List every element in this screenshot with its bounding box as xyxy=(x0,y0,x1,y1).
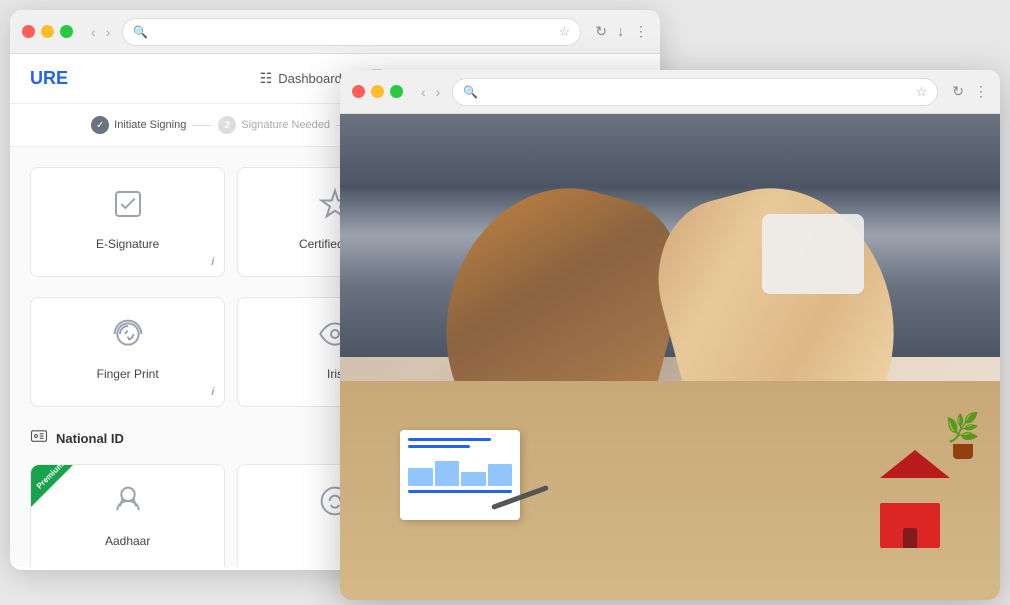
nav-arrows-2: ‹ › xyxy=(417,82,444,102)
table-scene: 🌿 xyxy=(340,381,1000,600)
card-aadhaar[interactable]: Premium Aadhaar xyxy=(30,464,225,567)
aadhaar-icon xyxy=(112,485,144,524)
doc-chart xyxy=(408,456,512,486)
forward-arrow-2[interactable]: › xyxy=(432,82,445,102)
app-logo: URE xyxy=(30,68,68,89)
browser-titlebar: ‹ › 🔍 ☆ ↻ ↓ ⋮ xyxy=(10,10,660,54)
url-input-2[interactable] xyxy=(484,85,909,99)
browser-actions-2: ↻ ⋮ xyxy=(952,83,988,100)
traffic-light-yellow[interactable] xyxy=(41,25,54,38)
house-door xyxy=(903,528,917,548)
section-title-national-id: National ID xyxy=(56,431,124,446)
step-signature-needed[interactable]: 2 Signature Needed xyxy=(218,116,330,134)
bookmark-icon[interactable]: ☆ xyxy=(559,24,571,40)
dashboard-icon: ☷ xyxy=(260,70,273,87)
card-info-esignature: i xyxy=(211,256,214,268)
card-label-esignature: E-Signature xyxy=(96,237,159,251)
house-body xyxy=(880,503,940,548)
browser-titlebar-2: ‹ › 🔍 ☆ ↻ ⋮ xyxy=(340,70,1000,114)
bookmark-icon-2[interactable]: ☆ xyxy=(916,84,928,100)
plant-prop: 🌿 xyxy=(945,411,980,459)
traffic-light-green-2[interactable] xyxy=(390,85,403,98)
secondary-browser-window: ‹ › 🔍 ☆ ↻ ⋮ xyxy=(340,70,1000,600)
shirt-cuff xyxy=(762,214,864,294)
refresh-icon-2[interactable]: ↻ xyxy=(952,83,964,100)
traffic-lights xyxy=(22,25,73,38)
card-label-aadhaar: Aadhaar xyxy=(105,534,150,548)
handshake-content: 🌿 xyxy=(340,114,1000,600)
traffic-lights-2 xyxy=(352,85,403,98)
step-label-1: Initiate Signing xyxy=(114,119,186,131)
step-label-2: Signature Needed xyxy=(241,119,330,131)
step-initiate-signing[interactable]: ✓ Initiate Signing xyxy=(91,116,186,134)
back-arrow[interactable]: ‹ xyxy=(87,22,100,42)
traffic-light-green[interactable] xyxy=(60,25,73,38)
step-num-2: 2 xyxy=(218,116,236,134)
nav-arrows: ‹ › xyxy=(87,22,114,42)
plant-pot xyxy=(953,444,973,459)
esign-icon xyxy=(112,188,144,227)
house-prop xyxy=(880,450,950,530)
card-finger-print[interactable]: Finger Print i xyxy=(30,297,225,407)
search-icon: 🔍 xyxy=(133,25,148,39)
doc-bar-4 xyxy=(488,464,513,486)
more-icon-2[interactable]: ⋮ xyxy=(974,83,988,100)
doc-bar-3 xyxy=(461,472,486,486)
house-roof xyxy=(880,450,950,478)
traffic-light-red[interactable] xyxy=(22,25,35,38)
doc-bar-2 xyxy=(435,461,460,486)
refresh-icon[interactable]: ↻ xyxy=(595,23,607,40)
doc-bar-1 xyxy=(408,468,433,486)
traffic-light-yellow-2[interactable] xyxy=(371,85,384,98)
url-input[interactable] xyxy=(154,25,552,39)
id-card-icon xyxy=(30,427,48,450)
step-divider-1 xyxy=(192,125,212,126)
nav-label-dashboard: Dashboard xyxy=(278,71,342,86)
nav-item-dashboard[interactable]: ☷ Dashboard xyxy=(260,66,342,91)
handshake-background: 🌿 xyxy=(340,114,1000,600)
doc-line-3 xyxy=(408,490,512,493)
doc-line-1 xyxy=(408,438,491,441)
browser-actions: ↻ ↓ ⋮ xyxy=(595,23,648,40)
search-icon-2: 🔍 xyxy=(463,85,478,99)
address-bar-2[interactable]: 🔍 ☆ xyxy=(452,78,938,106)
forward-arrow[interactable]: › xyxy=(102,22,115,42)
doc-line-2 xyxy=(408,445,470,448)
fingerprint-icon xyxy=(112,318,144,357)
plant-leaves: 🌿 xyxy=(945,411,980,444)
step-check-1: ✓ xyxy=(91,116,109,134)
back-arrow-2[interactable]: ‹ xyxy=(417,82,430,102)
download-icon[interactable]: ↓ xyxy=(617,23,624,40)
card-info-fingerprint: i xyxy=(211,386,214,398)
more-icon[interactable]: ⋮ xyxy=(634,23,648,40)
card-e-signature[interactable]: E-Signature i xyxy=(30,167,225,277)
address-bar[interactable]: 🔍 ☆ xyxy=(122,18,581,46)
traffic-light-red-2[interactable] xyxy=(352,85,365,98)
card-label-fingerprint: Finger Print xyxy=(97,367,159,381)
